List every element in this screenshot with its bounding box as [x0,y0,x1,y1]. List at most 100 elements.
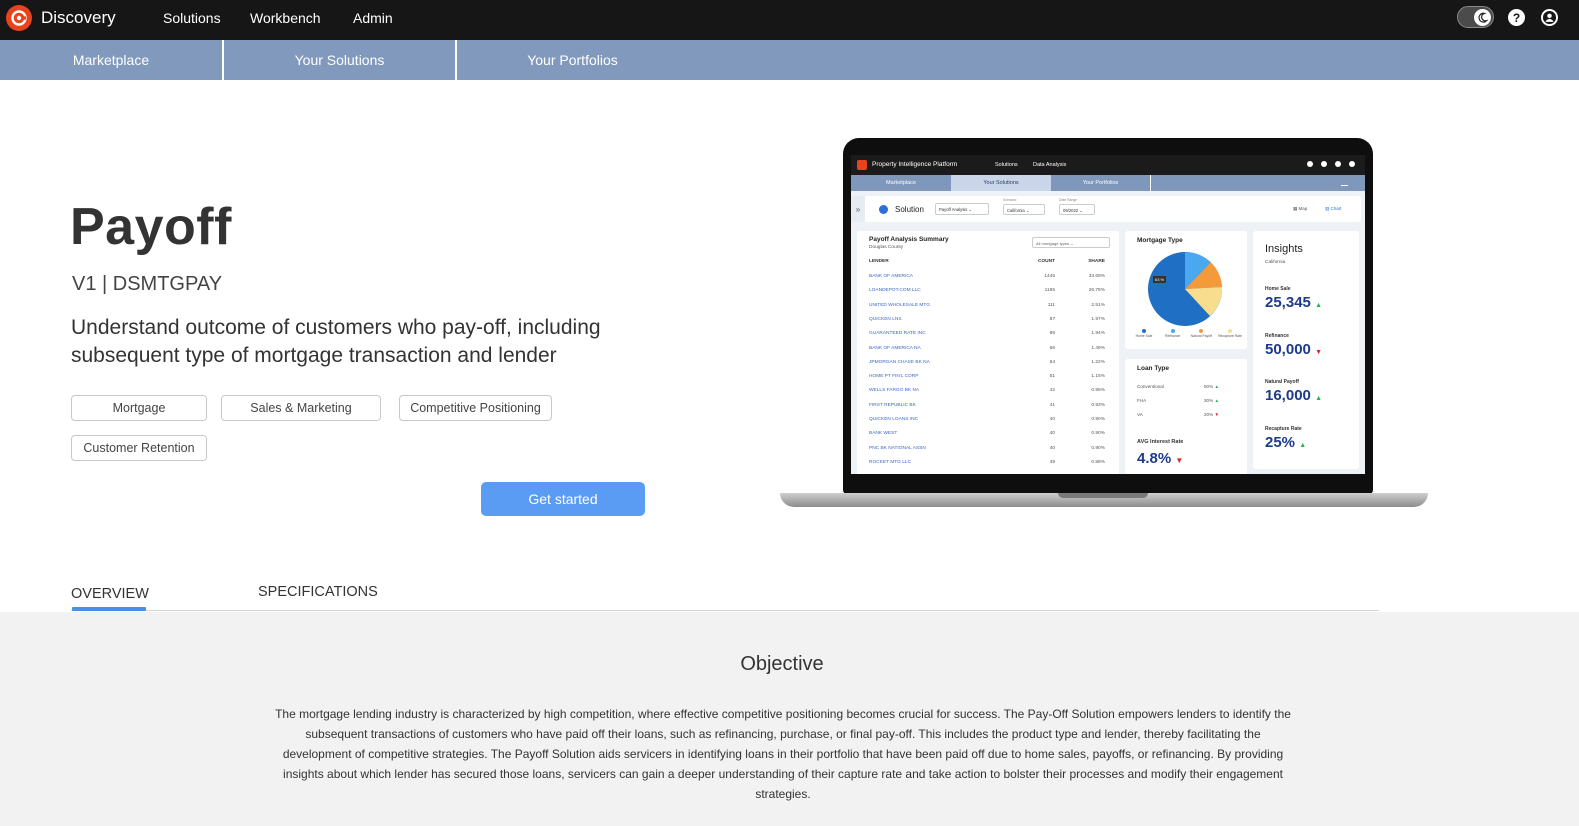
preview-tab-your-solutions: Your Solutions [951,175,1051,191]
preview-table-row: HOME PT FIN'L CORP 51 1.15% [869,374,1109,388]
preview-table-row: PNC BK NATIONAL ASSN 40 0.90% [869,446,1109,460]
preview-lender-cell: PNC BK NATIONAL ASSN [869,445,926,451]
preview-toolbar: » Solution Payoff Analysis ⌄ Scenario Ca… [851,196,1361,222]
preview-lender-cell: BANK WEST [869,431,898,437]
tab-divider-line [71,610,1379,611]
objective-title: Objective [740,653,824,675]
nav-workbench[interactable]: Workbench [250,10,321,26]
nav-admin[interactable]: Admin [353,10,393,26]
preview-loan-type-card: Loan Type Conventional 50% ▲ FHA 30% ▲ VA 20%… [1125,359,1247,474]
user-account-icon[interactable] [1541,9,1558,26]
solution-description: Understand outcome of customers who pay-… [71,316,601,367]
preview-share-cell: 1.97% [1091,316,1105,322]
preview-count-cell: 87 [1049,316,1055,322]
preview-loan-type-row: FHA 30% ▲ [1137,398,1220,403]
preview-count-cell: 86 [1049,331,1055,337]
preview-solution-select: Payoff Analysis ⌄ [935,203,989,215]
preview-insight-item: Home Sale 25,345 ▲ [1265,286,1322,311]
product-preview-image: Property Intelligence Platform Solutions… [780,138,1430,516]
preview-mortgage-type-card: Mortgage Type 63 % Home Sale Refinance N… [1125,231,1247,349]
preview-insights-card: Insights California Home Sale 25,345 ▲ Ref… [1253,231,1359,469]
preview-insights-subtitle: California [1265,260,1286,265]
preview-date-select: 09/2022 ⌄ [1059,204,1095,215]
brand-name[interactable]: Discovery [41,8,116,28]
preview-solution-label: Solution [895,205,924,214]
preview-bell-icon [1307,161,1313,167]
preview-share-cell: 0.95% [1091,388,1105,394]
preview-count-cell: 42 [1049,388,1055,394]
preview-share-cell: 1.94% [1091,331,1105,337]
preview-tab-marketplace: Marketplace [886,180,916,186]
preview-insights-title: Insights [1265,243,1303,255]
preview-share-cell: 1.22% [1091,359,1105,365]
laptop-lid: Property Intelligence Platform Solutions… [843,138,1373,494]
preview-table-row: BANK OF AMERICA 1445 33.69% [869,274,1109,288]
laptop-notch [1058,493,1148,498]
preview-share-cell: 1.49% [1091,345,1105,351]
preview-app-title: Property Intelligence Platform [872,161,958,168]
tab-overview[interactable]: OVERVIEW [71,586,149,602]
preview-lender-cell: LOANDEPOT.COM LLC [869,288,921,294]
theme-toggle[interactable] [1457,6,1494,28]
preview-table-row: UNITED WHOLESALE MTG 111 2.51% [869,303,1109,317]
preview-lender-cell: QUICKEN LNS [869,316,902,322]
preview-summary-title: Payoff Analysis Summary [869,236,949,243]
tab-your-solutions[interactable]: Your Solutions [224,40,455,80]
tag-mortgage[interactable]: Mortgage [71,395,207,421]
tag-customer-retention[interactable]: Customer Retention [71,435,207,461]
preview-count-cell: 39 [1049,459,1055,465]
laptop-screen: Property Intelligence Platform Solutions… [851,155,1365,474]
help-icon[interactable]: ? [1508,9,1525,26]
preview-avg-rate-label: AVG Interest Rate [1137,439,1184,445]
preview-share-cell: 0.90% [1091,417,1105,422]
preview-count-cell: 40 [1049,445,1055,451]
preview-loan-type-title: Loan Type [1137,365,1170,372]
nav-solutions[interactable]: Solutions [163,10,221,26]
preview-share-cell: 26.78% [1088,288,1105,294]
preview-pie-legend: Home Sale Refinance Natural Payoff Recap… [1131,329,1243,338]
preview-mortgage-filter: All mortgage types ⌄ [1032,237,1110,248]
preview-scenario-label: Scenario [1003,198,1017,202]
preview-summary-card: Payoff Analysis Summary Douglas County A… [857,231,1119,474]
preview-top-bar: Property Intelligence Platform Solutions… [851,155,1365,175]
preview-expand-icon: » [851,196,865,222]
preview-date-label: Date Range [1059,198,1078,202]
preview-table-row: QUICKEN LOANS INC 40 0.90% [869,417,1109,431]
preview-insight-item: Refinance 50,000 ▼ [1265,332,1322,358]
preview-table-row: BANK OF AMERICA NA 66 1.49% [869,346,1109,360]
preview-tab-your-portfolios: Your Portfolios [1051,175,1151,191]
preview-share-cell: 1.15% [1091,374,1105,380]
preview-chart-button: ▥ Chart [1325,206,1342,211]
preview-count-cell: 54 [1049,359,1055,365]
preview-table-row: ROCKET MTG LLC 39 0.88% [869,460,1109,474]
moon-icon [1474,9,1491,26]
preview-table-row: WELLS FARGO BK NA 42 0.95% [869,388,1109,402]
preview-count-cell: 1185 [1044,288,1055,294]
preview-lender-cell: ROCKET MTG LLC [869,459,912,465]
top-navigation-bar: Discovery Solutions Workbench Admin ? [0,0,1579,40]
preview-lender-cell: HOME PT FIN'L CORP [869,374,919,380]
preview-share-cell: 0.90% [1091,445,1105,451]
tag-sales-marketing[interactable]: Sales & Marketing [221,395,381,421]
preview-pie-callout: 63 % [1153,276,1167,283]
preview-share-cell: 33.69% [1088,274,1105,279]
preview-help-icon [1321,161,1327,167]
preview-count-cell: 40 [1049,431,1055,437]
tab-marketplace[interactable]: Marketplace [0,40,222,80]
preview-map-button: ▦ Map [1293,206,1308,211]
tag-competitive-positioning[interactable]: Competitive Positioning [399,395,552,421]
tab-your-portfolios[interactable]: Your Portfolios [457,40,688,80]
preview-lender-cell: UNITED WHOLESALE MTG [869,302,931,308]
preview-table-row: JPMORGAN CHASE BK NA 54 1.22% [869,360,1109,374]
preview-count-cell: 66 [1049,345,1055,351]
discovery-logo-icon[interactable] [6,5,32,31]
tab-specifications[interactable]: SPECIFICATIONS [258,584,378,600]
preview-loan-type-row: VA 20% ▼ [1137,412,1220,417]
preview-count-cell: 51 [1049,374,1055,380]
get-started-button[interactable]: Get started [481,482,645,516]
preview-tab-bar: Marketplace Your Solutions Your Portfoli… [851,175,1365,191]
preview-lender-cell: QUICKEN LOANS INC [869,417,919,422]
section-tab-bar: Marketplace Your Solutions Your Portfoli… [0,40,1579,80]
preview-table-row: LOANDEPOT.COM LLC 1185 26.78% [869,288,1109,302]
preview-table-row: QUICKEN LNS 87 1.97% [869,317,1109,331]
